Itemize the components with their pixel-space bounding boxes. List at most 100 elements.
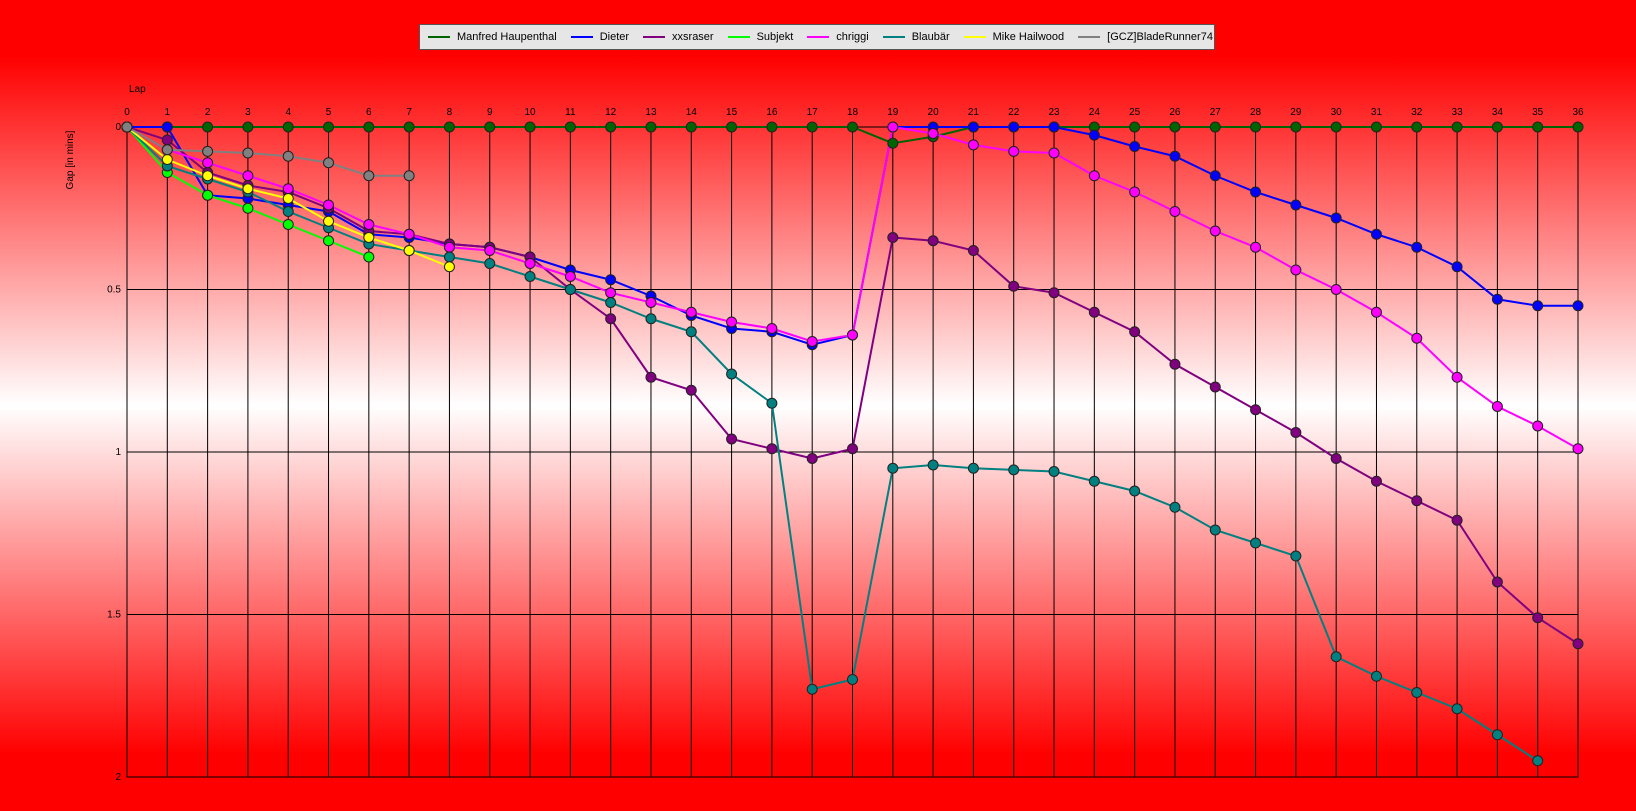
data-point <box>1048 287 1060 299</box>
data-point <box>766 443 778 455</box>
data-point <box>685 306 697 318</box>
data-point <box>1008 121 1020 133</box>
data-point <box>524 121 536 133</box>
data-point <box>443 241 455 253</box>
x-axis-label: Lap <box>129 84 146 95</box>
x-tick-label: 22 <box>1008 107 1020 118</box>
data-point <box>1209 170 1221 182</box>
data-point <box>1330 121 1342 133</box>
x-tick-label: 7 <box>406 107 412 118</box>
data-point <box>605 121 617 133</box>
data-point <box>806 336 818 347</box>
data-point <box>1532 612 1544 624</box>
x-tick-label: 6 <box>366 107 372 118</box>
data-point <box>1048 147 1060 159</box>
data-point <box>1008 145 1020 157</box>
data-point <box>1250 241 1262 253</box>
data-point <box>363 251 375 263</box>
data-point <box>443 261 455 273</box>
data-point <box>1048 466 1060 477</box>
x-tick-label: 20 <box>928 107 940 118</box>
data-point <box>564 271 576 282</box>
data-point <box>1169 501 1181 513</box>
data-point <box>1209 524 1221 536</box>
data-point <box>1330 453 1342 464</box>
data-point <box>1451 121 1463 133</box>
data-point <box>1330 284 1342 295</box>
data-point <box>645 371 657 383</box>
data-point <box>847 121 858 133</box>
data-point <box>1250 537 1262 549</box>
x-tick-label: 21 <box>968 107 980 118</box>
x-tick-label: 4 <box>285 107 291 118</box>
x-tick-label: 16 <box>766 107 778 118</box>
data-point <box>806 121 818 133</box>
data-point <box>1048 121 1060 133</box>
y-tick-label: 0 <box>115 122 121 133</box>
data-point <box>282 206 294 217</box>
data-point <box>1532 300 1544 312</box>
data-point <box>1451 371 1463 383</box>
data-point <box>1129 326 1141 338</box>
x-tick-label: 11 <box>565 107 576 118</box>
data-point <box>1088 170 1100 182</box>
y-tick-label: 2 <box>115 772 121 783</box>
x-tick-label: 31 <box>1371 107 1383 118</box>
x-tick-label: 27 <box>1210 107 1222 118</box>
data-point <box>242 202 254 214</box>
data-point <box>1088 475 1100 487</box>
x-tick-label: 13 <box>645 107 657 118</box>
data-point <box>1370 306 1382 318</box>
data-point <box>1532 121 1544 133</box>
data-point <box>847 329 858 341</box>
y-tick-labels: 0 0.5 1 1.5 2 <box>107 122 121 783</box>
x-tick-label: 17 <box>807 107 819 118</box>
data-point <box>323 235 335 247</box>
data-point <box>887 121 899 133</box>
data-point <box>363 121 375 133</box>
data-point <box>484 245 496 256</box>
data-point <box>1250 186 1262 198</box>
data-point <box>1209 121 1221 133</box>
data-point <box>927 235 939 247</box>
data-point <box>1209 381 1221 393</box>
data-point <box>121 121 133 133</box>
data-point <box>1411 241 1423 253</box>
data-point <box>1129 141 1141 152</box>
x-tick-label: 32 <box>1411 107 1423 118</box>
data-point <box>202 157 214 169</box>
data-point <box>726 316 738 328</box>
data-point <box>242 170 254 182</box>
x-tick-label: 23 <box>1048 107 1060 118</box>
data-point <box>605 297 617 308</box>
data-point <box>1129 186 1141 198</box>
data-point <box>1290 427 1302 438</box>
data-point <box>605 313 617 325</box>
x-tick-label: 29 <box>1290 107 1302 118</box>
x-tick-label: 34 <box>1492 107 1504 118</box>
data-point <box>1008 280 1020 292</box>
y-axis-label: Gap [in mins] <box>65 130 76 189</box>
data-point <box>484 121 496 133</box>
data-point <box>161 134 173 146</box>
data-point <box>967 139 979 151</box>
data-point <box>484 258 496 269</box>
data-point <box>645 313 657 325</box>
x-tick-label: 8 <box>447 107 453 118</box>
data-point <box>1370 228 1382 240</box>
data-point <box>1169 206 1181 217</box>
data-point <box>645 121 657 133</box>
x-tick-label: 1 <box>165 107 171 118</box>
data-point <box>766 323 778 334</box>
x-tick-label: 15 <box>726 107 738 118</box>
lap-gap-chart: 0 1 2 3 4 5 6 7 8 9 10 11 12 13 14 15 16 17 18 19 20 21 22 23 24… <box>65 84 1584 783</box>
data-point <box>363 219 375 230</box>
data-point <box>1411 687 1423 698</box>
data-point <box>1370 121 1382 133</box>
x-tick-label: 5 <box>326 107 332 118</box>
x-tick-labels: 0 1 2 3 4 5 6 7 8 9 10 11 12 13 14 15 16 17 18 19 20 21 22 23 24… <box>124 107 1584 118</box>
data-point <box>726 433 738 445</box>
data-point <box>1370 475 1382 487</box>
x-tick-label: 33 <box>1452 107 1464 118</box>
data-point <box>1088 129 1100 141</box>
